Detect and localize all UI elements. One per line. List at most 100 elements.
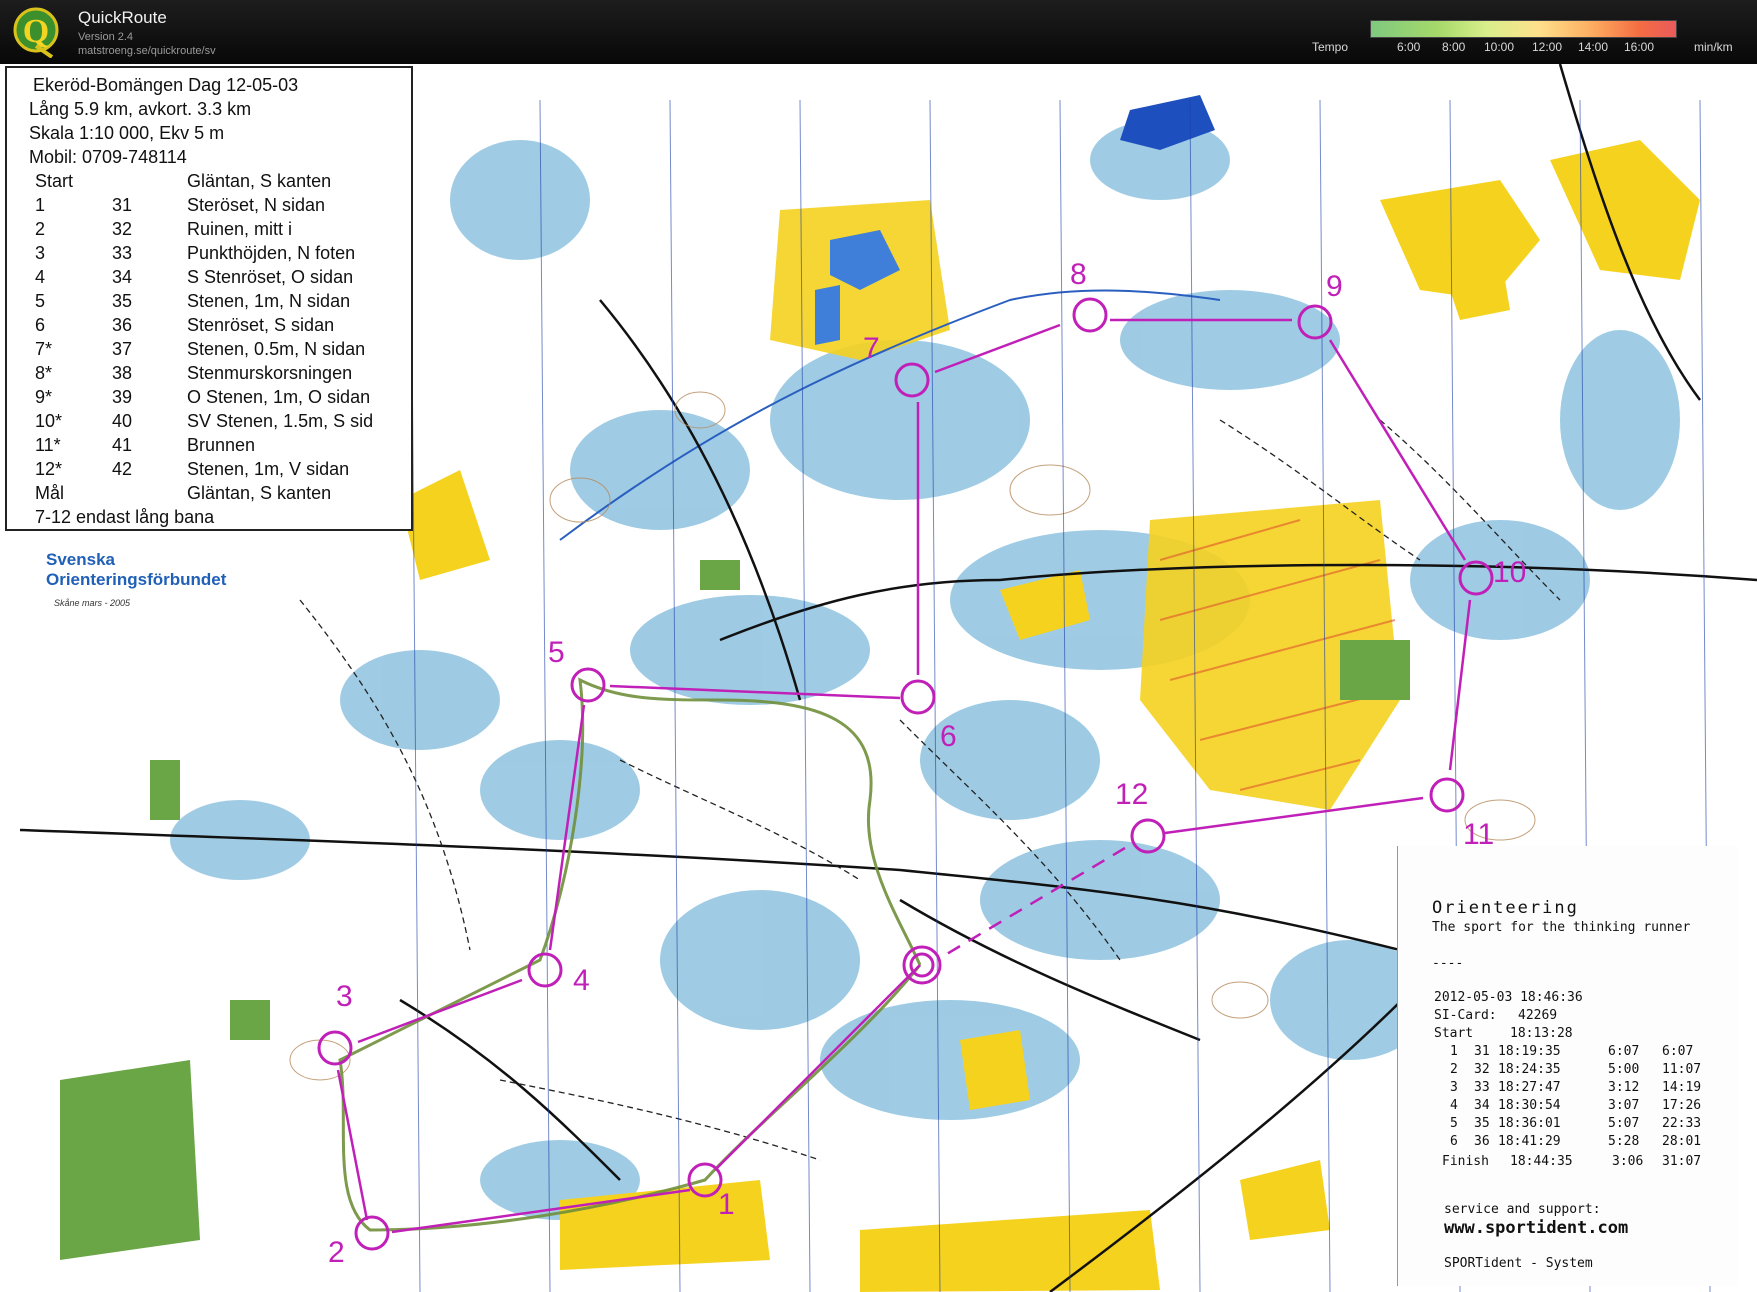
ctrl-code: 33 (112, 243, 133, 263)
ctrl-num: 10* (35, 411, 63, 431)
split-time: 18:27:47 (1498, 1080, 1561, 1095)
course-scale: Skala 1:10 000, Ekv 5 m (29, 123, 225, 143)
tempo-tick: 8:00 (1442, 40, 1466, 54)
split-leg: 3:12 (1608, 1080, 1640, 1095)
split-code: 33 (1474, 1080, 1490, 1095)
control-label-2: 2 (328, 1236, 345, 1269)
receipt-finish-split: 3:06 (1612, 1154, 1644, 1169)
ctrl-code: 39 (112, 387, 133, 407)
receipt-card-value: 42269 (1518, 1008, 1558, 1023)
split-n: 6 (1450, 1134, 1458, 1149)
ctrl-desc: Stenen, 1m, V sidan (187, 459, 350, 479)
split-cum: 17:26 (1662, 1098, 1702, 1113)
ctrl-desc: Stenen, 1m, N sidan (187, 291, 351, 311)
ctrl-num: 2 (35, 219, 46, 239)
ctrl-desc: Steröset, N sidan (187, 195, 326, 215)
split-n: 4 (1450, 1098, 1458, 1113)
course-title: Ekeröd-Bomängen Dag 12-05-03 (33, 75, 299, 95)
receipt-system: SPORTident - System (1444, 1256, 1593, 1271)
svg-text:Q: Q (23, 13, 49, 50)
ctrl-desc: Ruinen, mitt i (187, 219, 293, 239)
ctrl-code: 40 (112, 411, 133, 431)
ctrl-desc: SV Stenen, 1.5m, S sid (187, 411, 374, 431)
ctrl-code: 32 (112, 219, 133, 239)
split-code: 36 (1474, 1134, 1490, 1149)
split-leg: 5:07 (1608, 1116, 1640, 1131)
ctrl-num: 6 (35, 315, 46, 335)
ctrl-num: 8* (35, 363, 53, 383)
course-length: Lång 5.9 km, avkort. 3.3 km (29, 99, 252, 119)
split-cum: 6:07 (1662, 1044, 1694, 1059)
split-receipt: Orienteering The sport for the thinking … (1397, 846, 1738, 1286)
app-title: QuickRoute (78, 8, 167, 27)
federation-line1: Svenska (46, 550, 115, 569)
finish-label: Mål (35, 483, 65, 503)
split-n: 1 (1450, 1044, 1458, 1059)
tempo-label: Tempo (1312, 40, 1349, 54)
receipt-website[interactable]: www.sportident.com (1444, 1218, 1628, 1238)
tempo-tick: 10:00 (1484, 40, 1515, 54)
ctrl-code: 37 (112, 339, 133, 359)
receipt-title: Orienteering (1432, 898, 1579, 918)
split-cum: 11:07 (1662, 1062, 1702, 1077)
federation-logo: Svenska Orienteringsförbundet (46, 550, 226, 590)
tempo-tick: 12:00 (1532, 40, 1563, 54)
split-n: 3 (1450, 1080, 1458, 1095)
split-time: 18:41:29 (1498, 1134, 1561, 1149)
ctrl-code: 35 (112, 291, 133, 311)
ctrl-num: 3 (35, 243, 46, 263)
control-label-8: 8 (1070, 258, 1087, 291)
finish-desc: Gläntan, S kanten (187, 483, 332, 503)
receipt-start-label: Start (1434, 1026, 1474, 1041)
receipt-support: service and support: (1444, 1202, 1601, 1217)
tempo-unit: min/km (1694, 40, 1733, 54)
split-leg: 5:00 (1608, 1062, 1640, 1077)
split-cum: 28:01 (1662, 1134, 1702, 1149)
tempo-tick: 16:00 (1624, 40, 1655, 54)
split-time: 18:30:54 (1498, 1098, 1561, 1113)
ctrl-desc: Stenen, 0.5m, N sidan (187, 339, 366, 359)
split-time: 18:19:35 (1498, 1044, 1561, 1059)
split-time: 18:36:01 (1498, 1116, 1561, 1131)
app-url[interactable]: matstroeng.se/quickroute/sv (78, 45, 216, 57)
split-code: 31 (1474, 1044, 1490, 1059)
split-code: 32 (1474, 1062, 1490, 1077)
control-label-1: 1 (718, 1188, 735, 1221)
app-header: Q QuickRoute Version 2.4 matstroeng.se/q… (0, 0, 1757, 64)
receipt-card-label: SI-Card: (1434, 1008, 1497, 1023)
ctrl-code: 31 (112, 195, 133, 215)
ctrl-desc: S Stenröset, O sidan (187, 267, 354, 287)
tempo-tick: 14:00 (1578, 40, 1609, 54)
receipt-start-time: 18:13:28 (1510, 1026, 1573, 1041)
receipt-separator: ---- (1432, 956, 1464, 971)
control-label-10: 10 (1493, 556, 1526, 589)
ctrl-num: 12* (35, 459, 63, 479)
ctrl-code: 34 (112, 267, 133, 287)
control-label-4: 4 (573, 964, 590, 997)
ctrl-num: 11* (35, 435, 61, 455)
ctrl-num: 1 (35, 195, 46, 215)
tempo-color-scale (1370, 20, 1677, 38)
ctrl-code: 41 (112, 435, 133, 455)
federation-line2: Orienteringsförbundet (46, 570, 227, 589)
control-label-3: 3 (336, 980, 353, 1013)
receipt-finish-time: 18:44:35 (1510, 1154, 1573, 1169)
course-description-panel: Ekeröd-Bomängen Dag 12-05-03 Lång 5.9 km… (5, 66, 413, 531)
tempo-tick: 6:00 (1397, 40, 1421, 54)
ctrl-desc: O Stenen, 1m, O sidan (187, 387, 371, 407)
ctrl-code: 36 (112, 315, 133, 335)
receipt-finish-cum: 31:07 (1662, 1154, 1702, 1169)
app-version: Version 2.4 (78, 31, 134, 43)
ctrl-num: 5 (35, 291, 46, 311)
control-label-9: 9 (1326, 270, 1343, 303)
split-code: 34 (1474, 1098, 1490, 1113)
split-n: 5 (1450, 1116, 1458, 1131)
split-cum: 22:33 (1662, 1116, 1702, 1131)
course-note: 7-12 endast lång bana (35, 507, 215, 527)
start-label: Start (35, 171, 74, 191)
split-leg: 3:07 (1608, 1098, 1640, 1113)
start-desc: Gläntan, S kanten (187, 171, 332, 191)
control-label-12: 12 (1115, 778, 1148, 811)
ctrl-desc: Stenmurskorsningen (187, 363, 353, 383)
federation-sub: Skåne mars - 2005 (54, 598, 131, 608)
